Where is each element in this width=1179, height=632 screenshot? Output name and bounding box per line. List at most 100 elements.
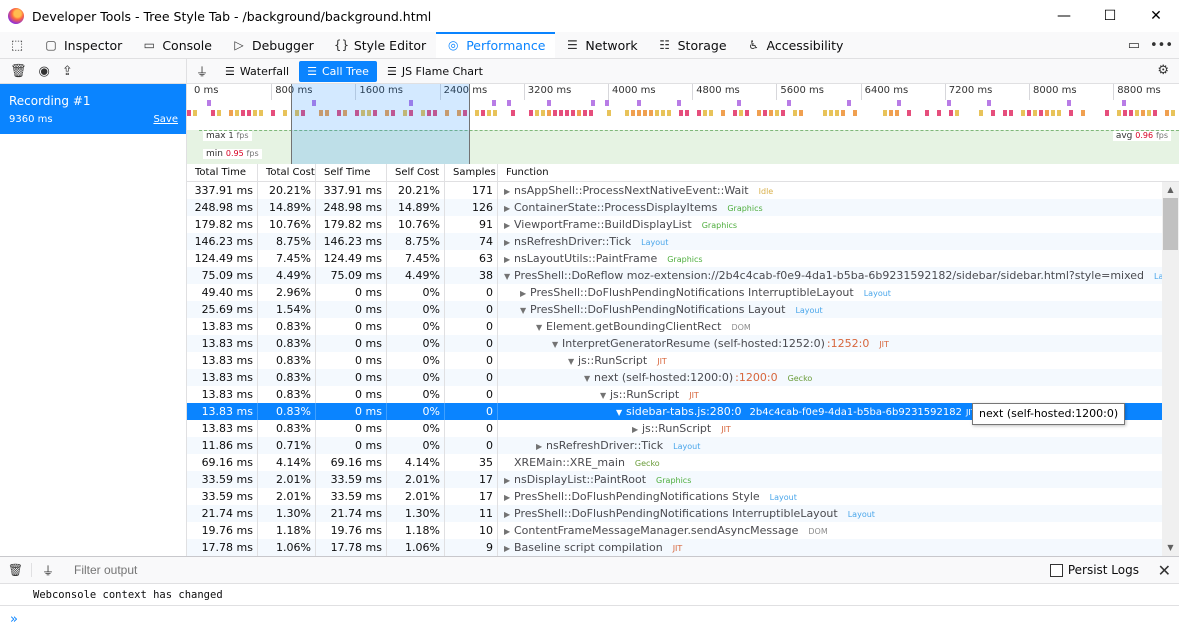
table-row[interactable]: 75.09 ms 4.49% 75.09 ms 4.49% 38 ▼ PresShell::… [187, 267, 1162, 284]
expanded-arrow-icon[interactable]: ▼ [552, 336, 562, 352]
scroll-thumb[interactable] [1163, 198, 1178, 250]
marker [907, 110, 911, 116]
table-row[interactable]: 248.98 ms 14.89% 248.98 ms 14.89% 126 ▶ Contai… [187, 199, 1162, 216]
import-icon[interactable]: ⇪ [62, 64, 73, 79]
marker [565, 110, 569, 116]
function-cell: ▶ PresShell::DoFlushPendingNotifications … [498, 284, 1162, 301]
waterfall-view-button[interactable]: ☰ Waterfall [217, 61, 297, 82]
samples-cell: 35 [445, 454, 498, 471]
table-row[interactable]: 17.78 ms 1.06% 17.78 ms 1.06% 9 ▶ Baseline scr… [187, 539, 1162, 556]
filter-icon[interactable]: ⏚ [187, 63, 217, 80]
function-location[interactable]: :1200:0 [735, 371, 777, 384]
table-row[interactable]: 13.83 ms 0.83% 0 ms 0% 0 ▼ InterpretGeneratorR… [187, 335, 1162, 352]
call-tree-view-button[interactable]: ☰ Call Tree [299, 60, 377, 82]
col-self-cost[interactable]: Self Cost [387, 164, 445, 181]
table-row[interactable]: 13.83 ms 0.83% 0 ms 0% 0 ▼ Element.getBounding… [187, 318, 1162, 335]
minimize-button[interactable]: — [1041, 0, 1087, 32]
recording-item[interactable]: Recording #1 9360 ms Save [0, 84, 186, 134]
clear-recordings-icon[interactable]: 🗑 [10, 64, 27, 79]
tab-network[interactable]: ☰ Network [555, 32, 647, 58]
col-total-time[interactable]: Total Time [187, 164, 258, 181]
tab-style-editor[interactable]: {} Style Editor [324, 32, 436, 58]
collapsed-arrow-icon[interactable]: ▶ [504, 217, 514, 233]
table-row[interactable]: 21.74 ms 1.30% 21.74 ms 1.30% 11 ▶ PresShell::… [187, 505, 1162, 522]
save-recording-link[interactable]: Save [153, 114, 178, 125]
expanded-arrow-icon[interactable]: ▼ [520, 302, 530, 318]
collapsed-arrow-icon[interactable]: ▶ [504, 234, 514, 250]
tab-console[interactable]: ▭ Console [132, 32, 222, 58]
table-row[interactable]: 33.59 ms 2.01% 33.59 ms 2.01% 17 ▶ nsDisplayLi… [187, 471, 1162, 488]
marker [1105, 110, 1109, 116]
collapsed-arrow-icon[interactable]: ▶ [504, 489, 514, 505]
table-row[interactable]: 19.76 ms 1.18% 19.76 ms 1.18% 10 ▶ ContentFram… [187, 522, 1162, 539]
checkbox-box[interactable] [1049, 563, 1063, 577]
collapsed-arrow-icon[interactable]: ▶ [504, 523, 514, 539]
expanded-arrow-icon[interactable]: ▼ [536, 319, 546, 335]
col-function[interactable]: Function [498, 164, 1179, 181]
table-row[interactable]: 25.69 ms 1.54% 0 ms 0% 0 ▼ PresShell::DoFlushP… [187, 301, 1162, 318]
collapsed-arrow-icon[interactable]: ▶ [504, 200, 514, 216]
close-console-icon[interactable]: ✕ [1158, 561, 1171, 580]
more-options-icon[interactable]: ••• [1150, 38, 1173, 53]
expanded-arrow-icon[interactable]: ▼ [584, 370, 594, 386]
table-row[interactable]: 13.83 ms 0.83% 0 ms 0% 0 ▼ js::RunScript JIT [187, 386, 1162, 403]
table-row[interactable]: 13.83 ms 0.83% 0 ms 0% 0 ▼ next (self-hosted:1… [187, 369, 1162, 386]
dock-layout-icon[interactable]: ▭ [1128, 38, 1140, 53]
collapsed-arrow-icon[interactable]: ▶ [632, 421, 642, 437]
table-row[interactable]: 69.16 ms 4.14% 69.16 ms 4.14% 35 XREMain::XRE… [187, 454, 1162, 471]
table-row[interactable]: 146.23 ms 8.75% 146.23 ms 8.75% 74 ▶ nsRefresh… [187, 233, 1162, 250]
function-cell: ▶ PresShell::DoFlushPendingNotifications … [498, 488, 1162, 505]
expanded-arrow-icon[interactable]: ▼ [616, 404, 626, 420]
collapsed-arrow-icon[interactable]: ▶ [520, 285, 530, 301]
collapsed-arrow-icon[interactable]: ▶ [504, 251, 514, 267]
table-row[interactable]: 11.86 ms 0.71% 0 ms 0% 0 ▶ nsRefreshDriver::Ti… [187, 437, 1162, 454]
call-tree-scrollbar[interactable]: ▲ ▼ [1162, 182, 1179, 556]
tab-performance[interactable]: ◎ Performance [436, 32, 556, 58]
table-row[interactable]: 337.91 ms 20.21% 337.91 ms 20.21% 171 ▶ nsAppS… [187, 182, 1162, 199]
function-cell: ▶ ViewportFrame::BuildDisplayList Graphics [498, 216, 1162, 233]
collapsed-arrow-icon[interactable]: ▶ [504, 506, 514, 522]
self-time-cell: 0 ms [316, 403, 387, 420]
scroll-down-icon[interactable]: ▼ [1162, 540, 1179, 556]
table-row[interactable]: 13.83 ms 0.83% 0 ms 0% 0 ▼ js::RunScript JIT [187, 352, 1162, 369]
marker [1033, 110, 1037, 116]
timeline-overview[interactable]: 0 ms 800 ms 1600 ms 2400 ms 3200 ms 4000 ms 48… [187, 84, 1179, 164]
col-total-cost[interactable]: Total Cost [258, 164, 316, 181]
col-samples[interactable]: Samples [445, 164, 498, 181]
tab-inspector[interactable]: ▢ Inspector [34, 32, 132, 58]
table-row[interactable]: 124.49 ms 7.45% 124.49 ms 7.45% 63 ▶ nsLayoutU… [187, 250, 1162, 267]
expanded-arrow-icon[interactable]: ▼ [504, 268, 514, 284]
filter-output-input[interactable] [74, 563, 374, 577]
tab-debugger[interactable]: ▷ Debugger [222, 32, 324, 58]
maximize-button[interactable]: ☐ [1087, 0, 1133, 32]
function-name: js::RunScript [610, 388, 680, 401]
table-row[interactable]: 49.40 ms 2.96% 0 ms 0% 0 ▶ PresShell::DoFlushP… [187, 284, 1162, 301]
collapsed-arrow-icon[interactable]: ▶ [504, 183, 514, 199]
table-row[interactable]: 33.59 ms 2.01% 33.59 ms 2.01% 17 ▶ PresShell::… [187, 488, 1162, 505]
col-self-time[interactable]: Self Time [316, 164, 387, 181]
function-location[interactable]: :1252:0 [827, 337, 869, 350]
time-selection[interactable] [291, 84, 470, 164]
tab-accessibility[interactable]: ♿ Accessibility [737, 32, 854, 58]
tab-storage[interactable]: ☷ Storage [648, 32, 737, 58]
record-icon[interactable]: ◉ [39, 64, 50, 79]
collapsed-arrow-icon[interactable]: ▶ [504, 472, 514, 488]
inspector-icon: ▢ [45, 38, 57, 52]
console-input[interactable]: » [0, 606, 1179, 632]
marker [677, 100, 681, 106]
function-name: js::RunScript [578, 354, 648, 367]
close-window-button[interactable]: ✕ [1133, 0, 1179, 32]
scroll-up-icon[interactable]: ▲ [1162, 182, 1179, 198]
clear-console-icon[interactable]: 🗑 [0, 563, 32, 577]
table-row[interactable]: 179.82 ms 10.76% 179.82 ms 10.76% 91 ▶ Viewpor… [187, 216, 1162, 233]
collapsed-arrow-icon[interactable]: ▶ [504, 540, 514, 556]
expanded-arrow-icon[interactable]: ▼ [568, 353, 578, 369]
element-picker-icon[interactable]: ⬚ [0, 32, 34, 58]
collapsed-arrow-icon[interactable]: ▶ [536, 438, 546, 454]
self-cost-cell: 0% [387, 369, 445, 386]
flame-chart-view-button[interactable]: ☰ JS Flame Chart [379, 61, 491, 82]
persist-logs-checkbox[interactable]: Persist Logs [1049, 563, 1139, 577]
gear-icon[interactable]: ⚙ [1157, 63, 1169, 78]
marker [1123, 110, 1127, 116]
expanded-arrow-icon[interactable]: ▼ [600, 387, 610, 403]
